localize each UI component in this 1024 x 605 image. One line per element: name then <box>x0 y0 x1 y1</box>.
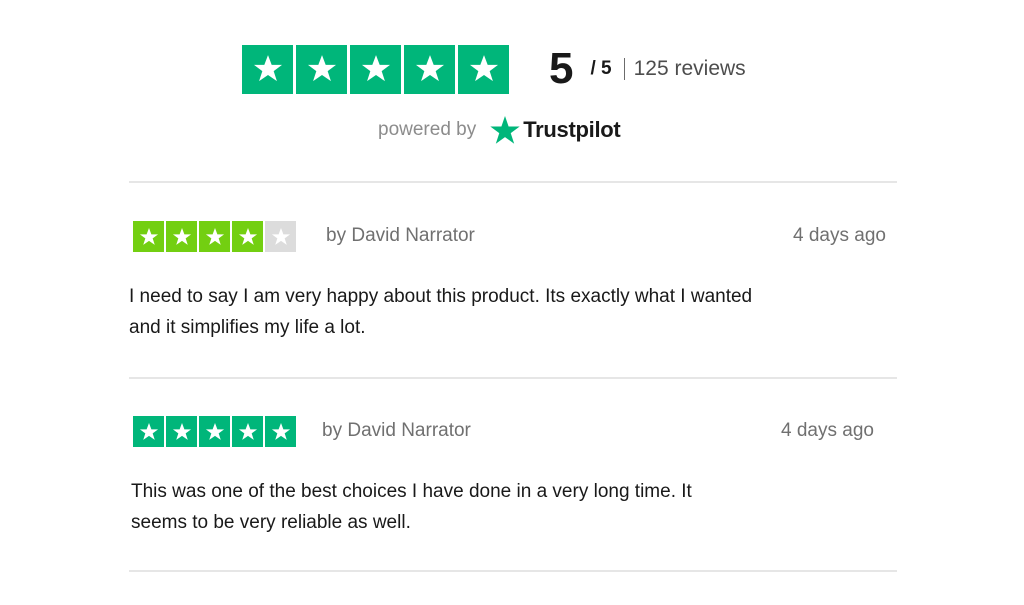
rating-scale: / 5 <box>590 58 612 79</box>
divider <box>129 570 897 572</box>
star-filled-icon <box>296 44 347 94</box>
powered-by[interactable]: powered by Trustpilot <box>378 112 621 148</box>
star-filled-icon <box>199 416 230 447</box>
review-text-line: This was one of the best choices I have … <box>131 481 692 502</box>
review-author: by David Narrator <box>322 420 471 441</box>
review-text-line: and it simplifies my life a lot. <box>129 317 366 338</box>
review-date: 4 days ago <box>793 225 886 246</box>
review-author: by David Narrator <box>326 225 475 246</box>
review-date: 4 days ago <box>781 420 874 441</box>
star-filled-icon <box>458 44 509 94</box>
star-filled-icon <box>404 44 455 94</box>
review-count: 125 reviews <box>633 57 746 80</box>
review-item: by David Narrator 4 days ago I need to s… <box>129 219 899 338</box>
overall-star-rating <box>242 44 509 94</box>
separator <box>623 58 625 80</box>
star-filled-icon <box>265 416 296 447</box>
star-filled-icon <box>133 221 164 252</box>
star-filled-icon <box>232 416 263 447</box>
rating-summary: 5 / 5 125 reviews <box>242 44 746 94</box>
trustpilot-star-icon <box>489 114 521 146</box>
powered-by-label: powered by <box>378 119 477 140</box>
review-star-rating <box>133 416 296 447</box>
star-filled-icon <box>350 44 401 94</box>
star-filled-icon <box>166 221 197 252</box>
divider <box>129 377 897 379</box>
review-star-rating <box>133 221 296 252</box>
review-item: by David Narrator 4 days ago This was on… <box>129 414 899 533</box>
review-text: I need to say I am very happy about this… <box>129 281 889 343</box>
star-filled-icon <box>242 44 293 94</box>
divider <box>129 181 897 183</box>
star-empty-icon <box>265 221 296 252</box>
star-filled-icon <box>133 416 164 447</box>
review-text-line: seems to be very reliable as well. <box>131 512 411 533</box>
rating-score: 5 <box>549 44 574 93</box>
review-text-line: I need to say I am very happy about this… <box>129 286 753 307</box>
star-filled-icon <box>199 221 230 252</box>
star-filled-icon <box>166 416 197 447</box>
trustpilot-logo-text: Trustpilot <box>523 117 621 142</box>
review-text: This was one of the best choices I have … <box>131 476 891 538</box>
star-filled-icon <box>232 221 263 252</box>
